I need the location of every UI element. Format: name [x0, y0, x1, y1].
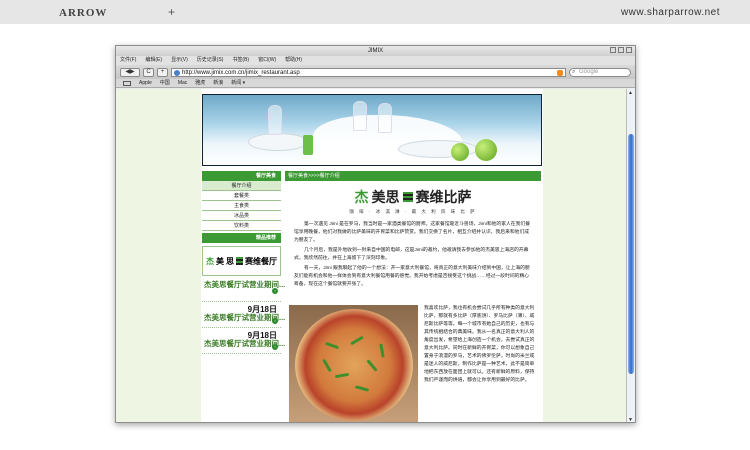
site-url[interactable]: www.sharparrow.net — [621, 7, 720, 18]
bookmark-apple[interactable]: Apple — [139, 79, 152, 87]
news-item[interactable]: 9月18日 杰美思餐厅试营业期间... › — [202, 302, 285, 328]
web-page: 餐厅美食 餐厅介绍 套餐类 主食类 冰品类 饮料类 精品推荐 杰美思 赛维餐厅 … — [201, 89, 543, 422]
sidebar: 餐厅美食 餐厅介绍 套餐类 主食类 冰品类 饮料类 精品推荐 杰美思 赛维餐厅 … — [202, 171, 285, 354]
menu-bookmarks[interactable]: 书签(B) — [232, 56, 249, 65]
menu-edit[interactable]: 编辑(E) — [145, 56, 162, 65]
plus-icon[interactable]: + — [168, 5, 175, 19]
restaurant-logo: 杰美思 赛维比萨 咖 啡 · 冰 淇 淋 · 最 大 利 风 味 比 萨 — [285, 187, 541, 215]
bookmark-yahoo[interactable]: 雅虎 — [195, 79, 205, 87]
banner-image — [202, 94, 542, 166]
menu-help[interactable]: 帮助(H) — [285, 56, 302, 65]
add-bookmark-button[interactable]: + — [157, 67, 168, 77]
main-content: 餐厅美食>>>>餐厅介绍 杰美思 赛维比萨 咖 啡 · 冰 淇 淋 · 最 大 … — [285, 171, 541, 422]
sidebar-item-main[interactable]: 主食类 — [202, 201, 281, 211]
bookmark-mac[interactable]: Mac — [178, 79, 187, 87]
close-button[interactable] — [626, 47, 632, 53]
maximize-button[interactable] — [618, 47, 624, 53]
go-icon[interactable]: › — [272, 344, 278, 350]
breadcrumb: 餐厅美食>>>>餐厅介绍 — [285, 171, 541, 181]
go-icon[interactable]: › — [272, 288, 278, 294]
menu-history[interactable]: 历史记录(S) — [197, 56, 224, 65]
bookmark-news[interactable]: 新闻 ▾ — [231, 79, 245, 87]
bookmarks-bar: Apple 中国 Mac 雅虎 新浪 新闻 ▾ — [116, 79, 635, 88]
reload-button[interactable]: C — [143, 67, 154, 77]
rss-icon[interactable] — [557, 69, 563, 76]
pizza-image — [289, 305, 418, 422]
sidebar-title: 餐厅美食 — [202, 171, 281, 181]
brand-logo[interactable]: 杰美思 赛维餐厅 — [202, 246, 281, 276]
back-forward-button[interactable]: ◀▶ — [120, 67, 140, 77]
menu-window[interactable]: 窗口(W) — [258, 56, 276, 65]
paragraph: 第一次遇见 Jimi 是在罗马，我当时是一家酒类餐馆的厨师。这家餐馆靠近斗兽场，… — [294, 222, 530, 243]
bookmark-china[interactable]: 中国 — [160, 79, 170, 87]
tagline: 咖 啡 · 冰 淇 淋 · 最 大 利 风 味 比 萨 — [349, 209, 477, 214]
browser-window: JIMIX 文件(F) 编辑(E) 显示(V) 历史记录(S) 书签(B) 窗口… — [115, 45, 636, 423]
menu-bar: 文件(F) 编辑(E) 显示(V) 历史记录(S) 书签(B) 窗口(W) 帮助… — [116, 56, 635, 65]
favicon-icon — [174, 69, 180, 76]
bookmark-sina[interactable]: 新浪 — [213, 79, 223, 87]
menu-view[interactable]: 显示(V) — [171, 56, 188, 65]
sidebar-item-drinks[interactable]: 饮料类 — [202, 221, 281, 231]
news-item[interactable]: 杰美思餐厅试营业期间... › — [202, 276, 285, 302]
minimize-button[interactable] — [610, 47, 616, 53]
scroll-thumb[interactable] — [628, 134, 634, 374]
vertical-scrollbar[interactable]: ▲ ▼ — [626, 89, 635, 422]
paragraph: 几个月后，我是外地收到一封来自中国的电邮，这是Jimi的邀约，他邀请我去参加他的… — [294, 248, 529, 261]
search-input[interactable]: ⌕ Google — [569, 67, 631, 77]
paragraph: 有一天，Jimi 跟我聊起了他的一个想法：开一家意大利餐馆，将真正的意大利美味介… — [294, 266, 530, 287]
scroll-up-icon[interactable]: ▲ — [628, 90, 633, 96]
scroll-down-icon[interactable]: ▼ — [628, 417, 633, 422]
site-header: ARROW + www.sharparrow.net — [0, 0, 750, 24]
news-item[interactable]: 9月18日 杰美思餐厅试营业期间... › — [202, 328, 285, 354]
recommend-title: 精品推荐 — [202, 233, 281, 243]
window-titlebar: JIMIX — [116, 46, 635, 56]
search-placeholder: Google — [579, 68, 599, 75]
sidebar-item-set-meal[interactable]: 套餐类 — [202, 191, 281, 201]
sidebar-item-intro[interactable]: 餐厅介绍 — [202, 181, 281, 191]
paragraph: 我喜欢比萨，我也有机会尝试几乎所有种类的意大利比萨，那就有多比萨（厚底饼）、罗马… — [424, 306, 535, 383]
browser-toolbar: ◀▶ C + http://www.jimix.com.cn/jimix_res… — [116, 65, 635, 79]
address-bar[interactable]: http://www.jimix.com.cn/jimix_restaurant… — [171, 67, 566, 77]
menu-file[interactable]: 文件(F) — [120, 56, 136, 65]
window-title: JIMIX — [367, 48, 384, 54]
sidebar-item-ice[interactable]: 冰品类 — [202, 211, 281, 221]
search-icon: ⌕ — [572, 68, 576, 75]
address-url: http://www.jimix.com.cn/jimix_restaurant… — [182, 69, 300, 76]
page-viewport: 餐厅美食 餐厅介绍 套餐类 主食类 冰品类 饮料类 精品推荐 杰美思 赛维餐厅 … — [116, 89, 627, 422]
site-logo[interactable]: ARROW — [59, 7, 107, 19]
go-icon[interactable]: › — [272, 318, 278, 324]
bookmarks-book-icon[interactable] — [123, 81, 131, 86]
